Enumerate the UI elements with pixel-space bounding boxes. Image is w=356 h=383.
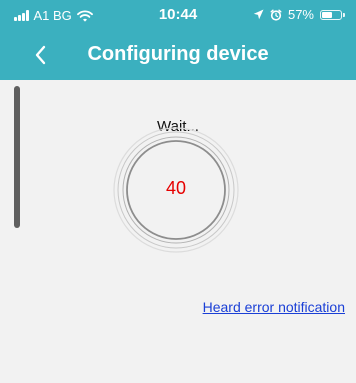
battery-tip: [343, 12, 345, 17]
battery-icon: [320, 9, 345, 20]
nav-bar: Configuring device: [0, 32, 356, 80]
battery-percent: 57%: [287, 7, 314, 22]
alarm-icon: [270, 9, 282, 21]
countdown-value: 40: [165, 178, 187, 198]
status-bar: A1 BG 10:44 57%: [0, 0, 356, 32]
heard-error-notification-link[interactable]: Heard error notification: [203, 299, 345, 315]
page-title: Configuring device: [87, 43, 269, 65]
battery-fill: [322, 11, 333, 18]
status-right: 57%: [253, 7, 345, 22]
countdown-timer: 40: [112, 126, 240, 254]
scrollbar-thumb[interactable]: [14, 86, 20, 228]
app-header: A1 BG 10:44 57% Configuring device: [0, 0, 356, 80]
location-icon: [253, 9, 264, 20]
